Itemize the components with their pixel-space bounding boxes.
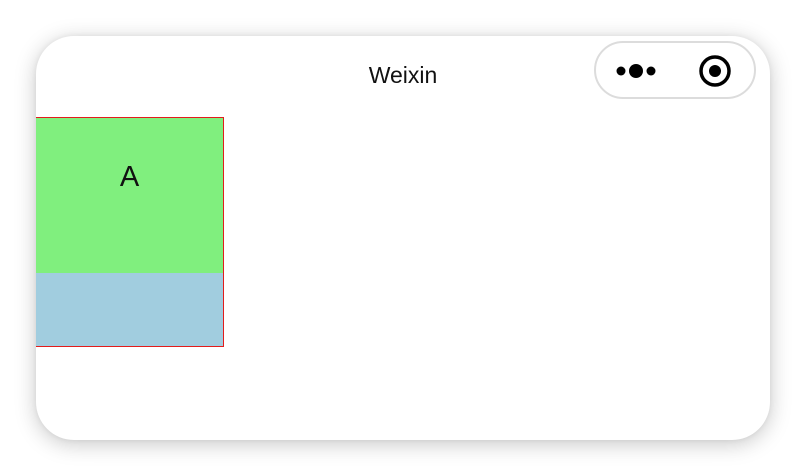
stage: Weixin A [0, 0, 806, 476]
green-panel: A [36, 118, 223, 273]
close-button[interactable] [698, 54, 732, 88]
more-button[interactable] [612, 57, 664, 85]
content-block: A [36, 117, 224, 347]
blue-panel [36, 273, 223, 346]
mini-program-window: Weixin A [36, 36, 770, 440]
target-circle-icon [699, 55, 731, 87]
block-label: A [119, 161, 140, 193]
capsule-menu [594, 41, 756, 99]
more-dots-icon [616, 64, 656, 78]
